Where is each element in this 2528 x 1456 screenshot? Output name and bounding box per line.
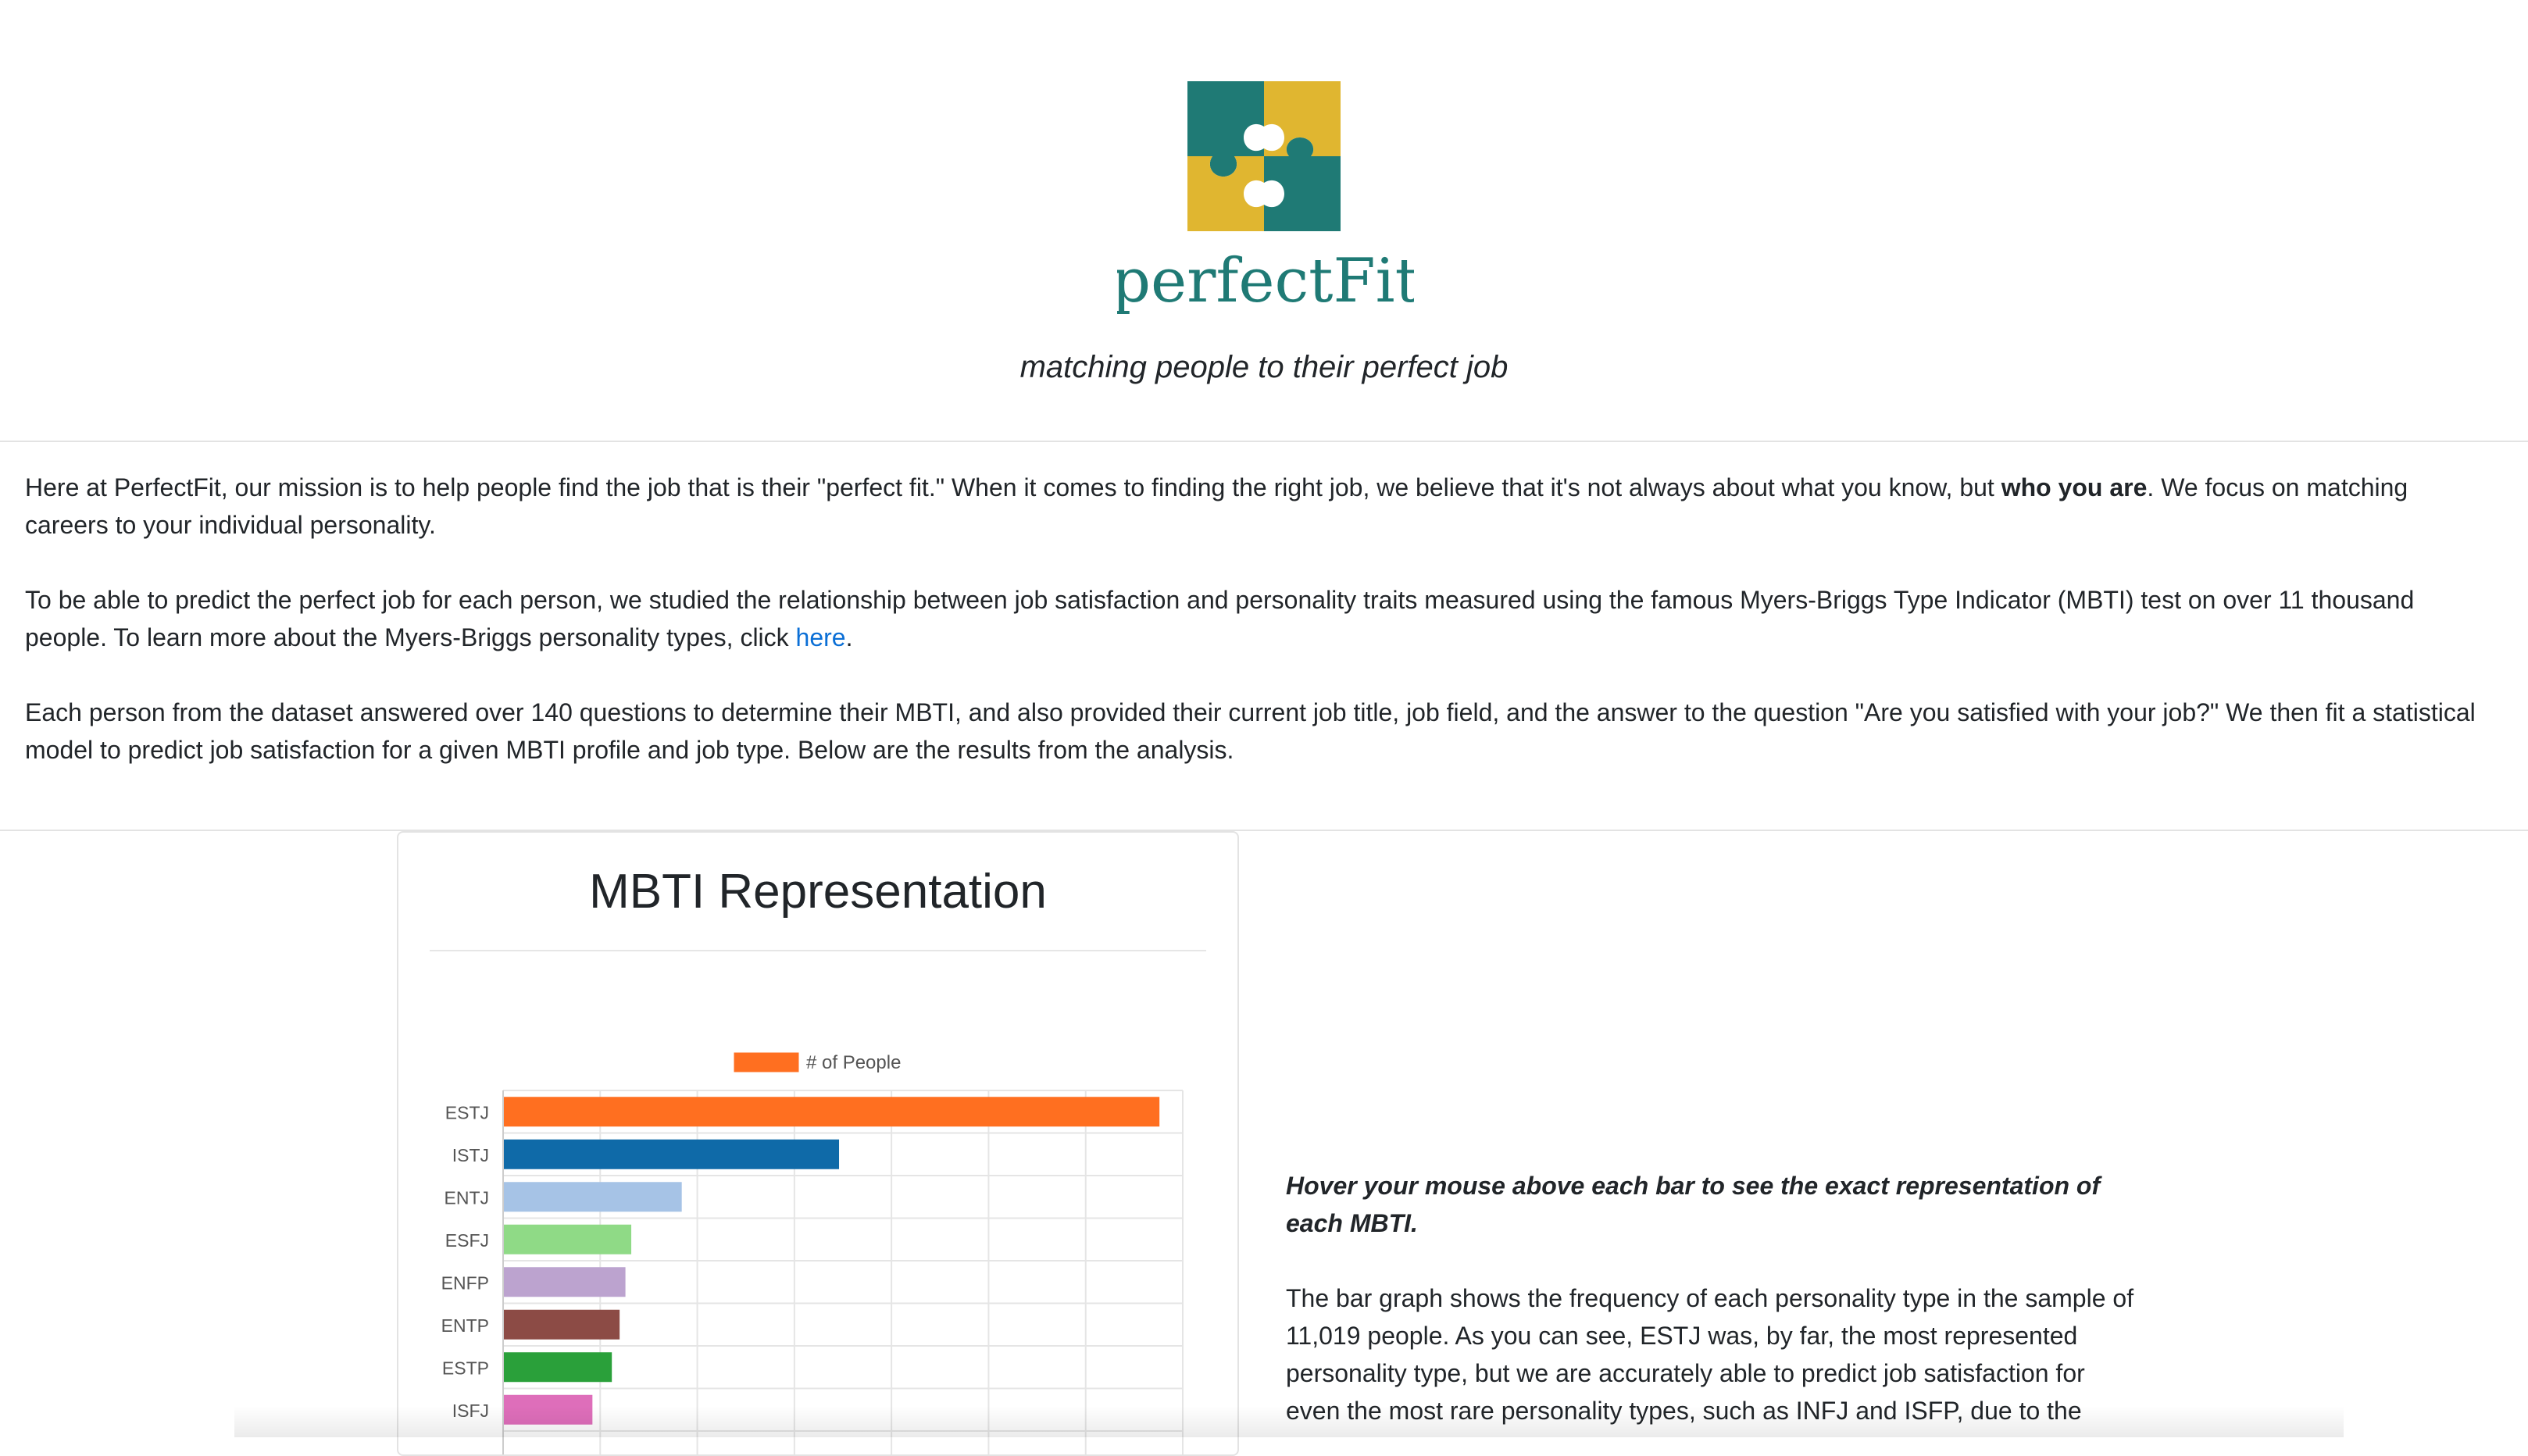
category-label: ESTJ: [445, 1102, 489, 1122]
bar-isfj[interactable]: [503, 1394, 593, 1425]
category-label: ESFJ: [445, 1230, 489, 1251]
intro-text: To be able to predict the perfect job fo…: [25, 586, 2415, 651]
logo-wordmark: perfectFit: [1117, 246, 1414, 316]
intro-paragraph-2: To be able to predict the perfect job fo…: [25, 581, 2494, 656]
mbti-chart-card: MBTI Representation # of People ESTJ ISTJ E…: [397, 831, 1239, 1456]
bar-estp[interactable]: [503, 1352, 612, 1383]
hover-hint: Hover your mouse above each bar to see t…: [1286, 1172, 2101, 1237]
intro-paragraph-1: Here at PerfectFit, our mission is to he…: [25, 469, 2494, 544]
puzzle-icon: [1187, 81, 1341, 231]
category-label: ENTJ: [445, 1187, 490, 1208]
mbti-bar-chart[interactable]: # of People ESTJ ISTJ ENTJ ESFJ ENFP ENTP ESTP I…: [398, 833, 1237, 1454]
category-label: ENFP: [441, 1272, 489, 1293]
bar-enfp[interactable]: [503, 1267, 626, 1297]
legend-label: # of People: [806, 1052, 901, 1073]
chart-explanation: Hover your mouse above each bar to see t…: [1286, 1167, 2145, 1429]
category-label: ENTP: [441, 1315, 489, 1336]
category-label: ISFJ: [452, 1401, 489, 1421]
bar-estj[interactable]: [503, 1097, 1160, 1127]
category-label: ESTP: [442, 1358, 489, 1378]
emphasis-who-you-are: who you are: [2001, 473, 2148, 501]
bar-entp[interactable]: [503, 1309, 620, 1340]
explanation-body: The bar graph shows the frequency of eac…: [1286, 1284, 2134, 1425]
bar-esfj[interactable]: [503, 1224, 632, 1254]
intro-paragraph-3: Each person from the dataset answered ov…: [25, 698, 2476, 764]
intro-text: Here at PerfectFit, our mission is to he…: [25, 473, 2001, 501]
legend-swatch: [734, 1052, 799, 1072]
site-header: perfectFit matching people to their perf…: [0, 0, 2528, 441]
bar-entj[interactable]: [503, 1182, 682, 1212]
header-divider: [0, 441, 2528, 442]
intro-text: .: [845, 623, 853, 651]
mbti-info-link[interactable]: here: [796, 623, 846, 651]
intro-section: Here at PerfectFit, our mission is to he…: [25, 469, 2494, 806]
bar-istj[interactable]: [503, 1139, 840, 1169]
tagline: matching people to their perfect job: [1019, 350, 1509, 384]
section-divider: [0, 830, 2528, 831]
perfectfit-logo: perfectFit: [1117, 81, 1414, 316]
category-label: ISTJ: [452, 1145, 489, 1165]
